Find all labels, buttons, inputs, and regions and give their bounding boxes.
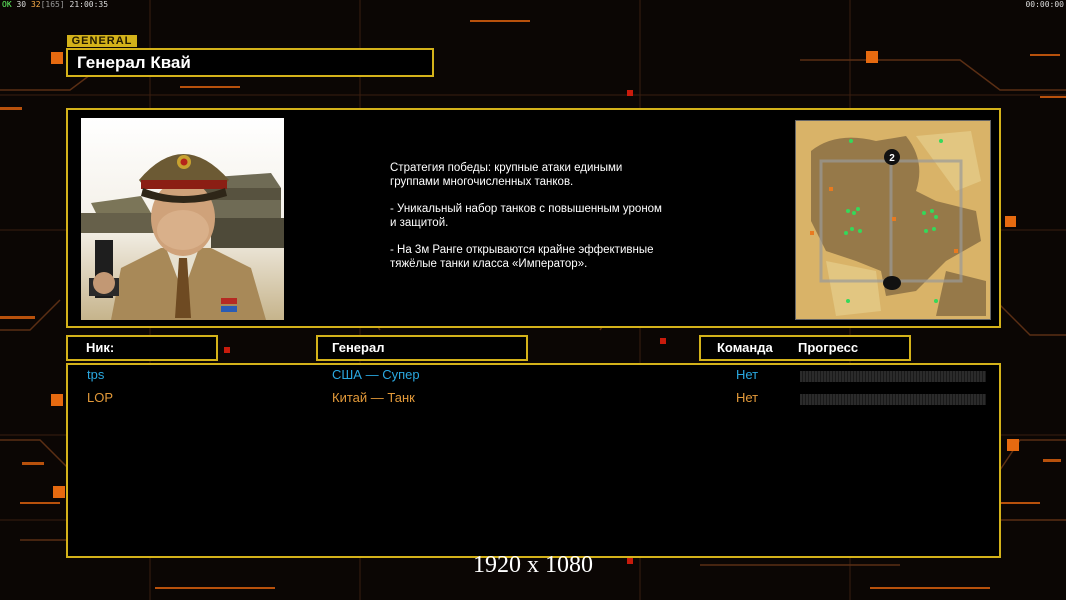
glow-square — [627, 90, 633, 96]
glow-square — [51, 52, 63, 64]
glow-square — [866, 51, 878, 63]
minimap-marker-2: 2 — [889, 153, 895, 164]
general-label: Генерал — [332, 340, 385, 355]
player-general: США — Супер — [332, 367, 420, 382]
progress-label: Прогресс — [798, 340, 859, 355]
player-team: Нет — [736, 390, 759, 405]
players-list: tps США — Супер Нет LOP Китай — Танк Нет — [66, 363, 1001, 558]
glow-square — [51, 394, 63, 406]
team-label: Команда — [717, 340, 773, 355]
glow-square — [53, 486, 65, 498]
hud-val2: 32 — [30, 0, 41, 9]
description-paragraph: - На 3м Ранге открываются крайне эффекти… — [390, 244, 654, 270]
player-row[interactable]: LOP Китай — Танк Нет — [68, 390, 999, 408]
hud-val3: [165] — [40, 0, 65, 9]
player-general: Китай — Танк — [332, 390, 415, 405]
glow-square — [1005, 216, 1016, 227]
description-paragraph: - Уникальный набор танков с повышенным у… — [390, 203, 662, 229]
game-timer: 00:00:00 — [1025, 0, 1064, 9]
player-row[interactable]: tps США — Супер Нет — [68, 367, 999, 385]
ok-label: OK — [2, 0, 12, 9]
general-portrait — [81, 118, 284, 320]
general-info-panel: Стратегия победы: крупные атаки едиными … — [66, 108, 1001, 328]
fps-counter: OK 30 32[165] 21:00:35 — [2, 0, 108, 9]
player-nick: tps — [87, 367, 105, 382]
strategy-description: Стратегия победы: крупные атаки едиными … — [390, 161, 720, 284]
nick-label: Ник: — [86, 340, 115, 355]
progress-bar — [800, 371, 986, 382]
column-general-header: Генерал — [316, 335, 528, 361]
player-team: Нет — [736, 367, 759, 382]
column-team-progress-header: Команда Прогресс — [699, 335, 911, 361]
player-nick: LOP — [87, 390, 114, 405]
resolution-label: 1920 x 1080 — [473, 552, 593, 578]
minimap[interactable]: 2 — [795, 120, 991, 320]
general-title: Генерал Квай — [66, 48, 434, 77]
glow-square — [1007, 439, 1019, 451]
hud-time: 21:00:35 — [69, 0, 109, 9]
general-tag: GENERAL — [67, 35, 137, 47]
description-paragraph: Стратегия победы: крупные атаки едиными … — [390, 162, 623, 188]
column-nick-header: Ник: — [66, 335, 218, 361]
glow-square — [660, 338, 666, 344]
glow-square — [224, 347, 230, 353]
hud-val1: 30 — [16, 0, 27, 9]
progress-bar — [800, 394, 986, 405]
